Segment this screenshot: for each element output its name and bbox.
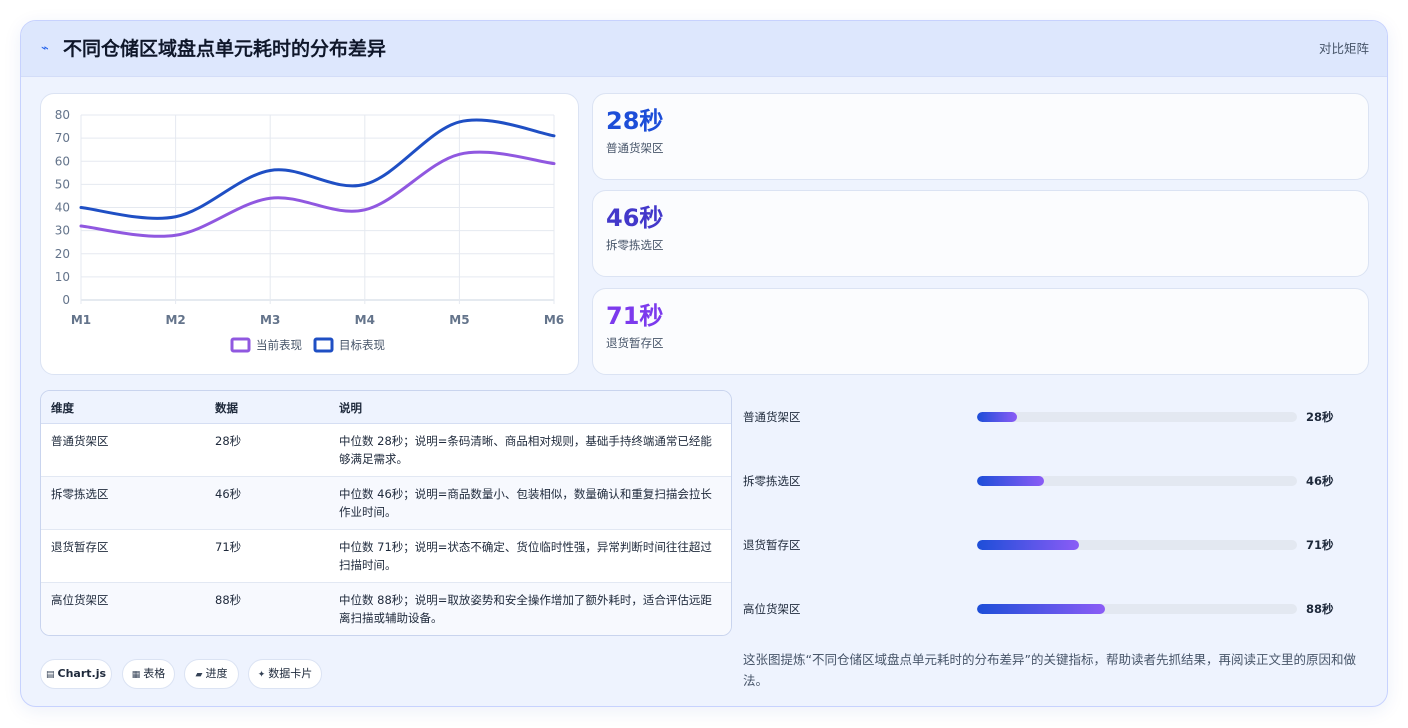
chip-table[interactable]: ▦ 表格: [122, 659, 175, 689]
y-tick-label: 40: [55, 201, 70, 215]
column-header: 数据: [215, 401, 238, 415]
card-header: ⌁ 不同仓储区域盘点单元耗时的分布差异 对比矩阵: [21, 21, 1387, 77]
chip-label: 数据卡片: [268, 667, 313, 680]
column-header: 维度: [51, 401, 74, 415]
progress-label: 退货暂存区: [743, 538, 801, 552]
x-tick-label: M4: [355, 313, 375, 327]
progress-value: 46秒: [1306, 474, 1334, 488]
stat-card: 28秒 普通货架区: [592, 93, 1369, 180]
table-cell: 拆零拣选区: [51, 487, 109, 501]
page-title: 不同仓储区域盘点单元耗时的分布差异: [63, 38, 387, 60]
stat-label: 普通货架区: [606, 141, 664, 155]
x-tick-label: M2: [165, 313, 185, 327]
chip-label: 表格: [143, 667, 166, 680]
stat-label: 退货暂存区: [606, 336, 664, 350]
stat-label: 拆零拣选区: [606, 238, 664, 252]
x-tick-label: M6: [544, 313, 564, 327]
progress-label: 拆零拣选区: [743, 474, 801, 488]
series-line: [79, 118, 556, 220]
legend-swatch: [230, 337, 251, 353]
table-cell: 退货暂存区: [51, 540, 109, 554]
data-table: 维度 数据 说明 普通货架区 28秒 中位数 28秒；说明=条码清晰、商品相对规…: [40, 390, 732, 636]
progress-value: 28秒: [1306, 410, 1334, 424]
table-cell: 中位数 88秒；说明=取放姿势和安全操作增加了额外耗时，适合评估远距离扫描或辅助…: [339, 593, 712, 625]
table-cell: 中位数 28秒；说明=条码清晰、商品相对规则，基础手持终端通常已经能够满足需求。: [339, 434, 712, 466]
progress-row: 普通货架区 28秒: [743, 407, 1383, 427]
y-tick-label: 20: [55, 247, 70, 261]
stat-value: 28秒: [606, 107, 664, 135]
x-tick-label: M1: [71, 313, 91, 327]
footer-note: 这张图提炼“不同仓储区域盘点单元耗时的分布差异”的关键指标，帮助读者先抓结果，再…: [743, 652, 1356, 688]
table-cell: 46秒: [215, 487, 242, 501]
stat-card: 46秒 拆零拣选区: [592, 190, 1369, 277]
chip-label: 进度: [205, 667, 228, 680]
y-tick-label: 0: [62, 293, 70, 307]
progress-row: 退货暂存区 71秒: [743, 535, 1383, 555]
series-line: [79, 150, 556, 238]
progress-track: [977, 604, 1297, 614]
table-row: 高位货架区 88秒 中位数 88秒；说明=取放姿势和安全操作增加了额外耗时，适合…: [41, 583, 731, 635]
line-chart: 0 10 20 30 40 50 60 70 80 M1 M2 M3 M4 M5 M6 当前表现 目标表现: [55, 108, 564, 353]
stat-card: 71秒 退货暂存区: [592, 288, 1369, 375]
table-row: 退货暂存区 71秒 中位数 71秒；说明=状态不确定、货位临时性强，异常判断时间…: [41, 530, 731, 583]
chip-chartjs[interactable]: ▤ Chart.js: [40, 659, 112, 689]
legend-label: 当前表现: [256, 338, 302, 352]
progress-row: 拆零拣选区 46秒: [743, 471, 1383, 491]
column-header: 说明: [339, 401, 362, 415]
line-chart-panel: 0 10 20 30 40 50 60 70 80 M1 M2 M3 M4 M5 M6 当前表现 目标表现: [40, 93, 579, 375]
table-row: 普通货架区 28秒 中位数 28秒；说明=条码清晰、商品相对规则，基础手持终端通…: [41, 424, 731, 477]
y-tick-label: 70: [55, 131, 70, 145]
table-cell: 高位货架区: [51, 593, 109, 607]
y-tick-label: 80: [55, 108, 70, 122]
y-tick-label: 30: [55, 224, 70, 238]
table-icon: ▦: [131, 670, 141, 680]
sparkle-icon: ✦: [257, 670, 266, 680]
progress-label: 高位货架区: [743, 602, 801, 616]
chip-label: Chart.js: [57, 667, 107, 680]
progress-label: 普通货架区: [743, 410, 801, 424]
main-card: ⌁ 不同仓储区域盘点单元耗时的分布差异 对比矩阵 0 10 20 30 40 50 60 70…: [20, 20, 1388, 707]
x-tick-label: M3: [260, 313, 280, 327]
table-cell: 71秒: [215, 540, 242, 554]
y-tick-label: 50: [55, 177, 70, 191]
chip-progress[interactable]: ▰ 进度: [184, 659, 239, 689]
table-cell: 中位数 46秒；说明=商品数量小、包装相似，数量确认和重复扫描会拉长作业时间。: [339, 487, 712, 519]
trend-icon: ⌁: [41, 41, 49, 56]
table-header: 维度 数据 说明: [41, 391, 731, 424]
progress-fill: [977, 476, 1045, 486]
table-cell: 28秒: [215, 434, 242, 448]
legend-label: 目标表现: [339, 338, 385, 352]
chart-icon: ▤: [45, 670, 55, 680]
progress-icon: ▰: [195, 670, 203, 680]
y-tick-label: 60: [55, 154, 70, 168]
legend-swatch: [313, 337, 334, 353]
progress-track: [977, 540, 1297, 550]
progress-value: 88秒: [1306, 602, 1334, 616]
progress-track: [977, 476, 1297, 486]
progress-fill: [977, 540, 1080, 550]
table-cell: 88秒: [215, 593, 242, 607]
stat-value: 71秒: [606, 302, 664, 330]
progress-fill: [977, 412, 1017, 422]
x-tick-label: M5: [449, 313, 469, 327]
progress-fill: [977, 604, 1105, 614]
progress-track: [977, 412, 1297, 422]
y-tick-label: 10: [55, 270, 70, 284]
chip-data-card[interactable]: ✦ 数据卡片: [248, 659, 322, 689]
progress-value: 71秒: [1306, 538, 1334, 552]
stat-value: 46秒: [606, 204, 664, 232]
table-cell: 普通货架区: [51, 434, 109, 448]
progress-row: 高位货架区 88秒: [743, 599, 1383, 619]
table-row: 拆零拣选区 46秒 中位数 46秒；说明=商品数量小、包装相似，数量确认和重复扫…: [41, 477, 731, 530]
comparison-matrix-label: 对比矩阵: [1318, 41, 1369, 56]
table-cell: 中位数 71秒；说明=状态不确定、货位临时性强，异常判断时间往往超过扫描时间。: [339, 540, 712, 572]
